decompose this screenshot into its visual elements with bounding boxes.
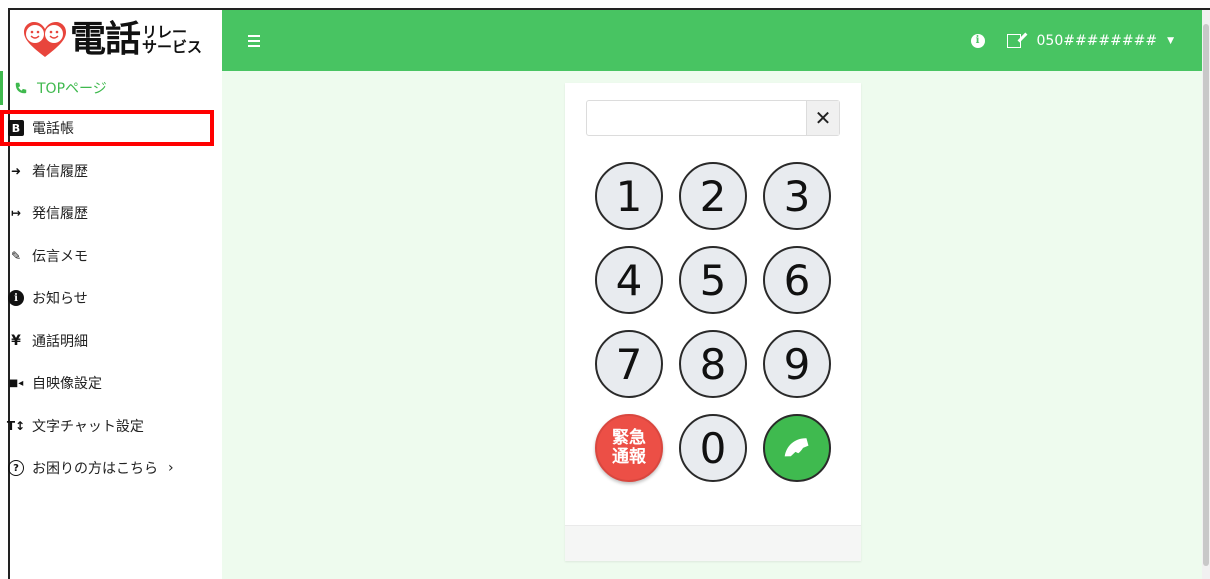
heart-logo-icon (24, 22, 66, 57)
info-icon: i (8, 290, 24, 306)
sidebar-item-call-details[interactable]: ¥ 通話明細 (0, 323, 212, 359)
sign-in-icon: ➜ (10, 164, 22, 178)
logo-main-text: 電話 (70, 19, 141, 60)
key-4[interactable]: 4 (595, 246, 663, 314)
key-1[interactable]: 1 (595, 162, 663, 230)
emergency-label-line2: 通報 (612, 447, 646, 467)
sidebar-item-help[interactable]: ? お困りの方はこちら › (0, 450, 212, 486)
key-5[interactable]: 5 (679, 246, 747, 314)
dialer-card: ✕ 1 2 3 4 5 6 7 8 9 緊急 通報 0 (565, 83, 861, 561)
dial-number-input[interactable] (587, 101, 807, 135)
key-7[interactable]: 7 (595, 330, 663, 398)
address-book-icon: B (8, 120, 24, 136)
text-height-icon: T↕ (6, 419, 26, 433)
sidebar-item-memo[interactable]: ✎ 伝言メモ (0, 238, 212, 274)
emergency-call-button[interactable]: 緊急 通報 (595, 414, 663, 482)
app-logo[interactable]: 電話 リレー サービス (10, 10, 222, 70)
info-icon[interactable]: i (970, 33, 985, 48)
sidebar-item-text-chat-settings[interactable]: T↕ 文字チャット設定 (0, 408, 212, 444)
key-6[interactable]: 6 (763, 246, 831, 314)
scrollbar-thumb[interactable] (1203, 24, 1209, 566)
yen-icon: ¥ (11, 333, 21, 349)
sidebar-item-incoming-history[interactable]: ➜ 着信履歴 (0, 153, 212, 189)
sidebar-item-label: お困りの方はこちら (32, 461, 158, 477)
key-2[interactable]: 2 (679, 162, 747, 230)
caret-down-icon[interactable]: ▼ (1167, 36, 1174, 46)
sidebar-item-notice[interactable]: i お知らせ (0, 280, 212, 316)
close-icon: ✕ (814, 106, 832, 130)
key-3[interactable]: 3 (763, 162, 831, 230)
dialer-card-footer (565, 525, 861, 561)
hamburger-menu-icon[interactable] (248, 34, 260, 47)
edit-icon[interactable] (1006, 33, 1021, 48)
sidebar-item-label: 着信履歴 (32, 164, 88, 180)
sidebar-item-label: 伝言メモ (32, 249, 88, 265)
sidebar-item-label: 通話明細 (32, 334, 88, 350)
phone-icon (13, 80, 29, 96)
key-0[interactable]: 0 (679, 414, 747, 482)
sidebar-item-label: 電話帳 (32, 121, 74, 137)
emergency-label-line1: 緊急 (612, 428, 646, 448)
phone-icon (784, 438, 809, 457)
call-button[interactable] (763, 414, 831, 482)
sidebar-item-top[interactable]: TOPページ (0, 71, 212, 105)
sidebar-item-label: お知らせ (32, 291, 88, 307)
logo-sub-bottom: サービス (142, 38, 203, 56)
sidebar-item-label: TOPページ (37, 81, 107, 97)
sidebar-item-label: 発信履歴 (32, 206, 88, 222)
top-navbar: i 050######## ▼ (222, 10, 1202, 71)
top-right-controls: i 050######## ▼ (970, 10, 1174, 71)
sidebar-item-label: 自映像設定 (32, 376, 102, 392)
sidebar-item-video-settings[interactable]: ■◂ 自映像設定 (0, 365, 212, 401)
key-9[interactable]: 9 (763, 330, 831, 398)
chevron-right-icon: › (168, 460, 174, 476)
logo-sub-text: リレー サービス (142, 25, 202, 55)
question-circle-icon: ? (8, 460, 24, 476)
edit-icon: ✎ (10, 249, 22, 263)
account-number[interactable]: 050######## (1037, 33, 1158, 49)
dial-display: ✕ (586, 100, 840, 136)
video-icon: ■◂ (8, 377, 24, 389)
sign-out-icon: ↦ (10, 206, 22, 220)
vertical-scrollbar[interactable] (1202, 10, 1210, 579)
clear-button[interactable]: ✕ (806, 101, 839, 135)
key-8[interactable]: 8 (679, 330, 747, 398)
sidebar-item-outgoing-history[interactable]: ↦ 発信履歴 (0, 195, 212, 231)
sidebar-item-label: 文字チャット設定 (32, 419, 144, 435)
sidebar-item-phonebook[interactable]: B 電話帳 (0, 110, 214, 146)
